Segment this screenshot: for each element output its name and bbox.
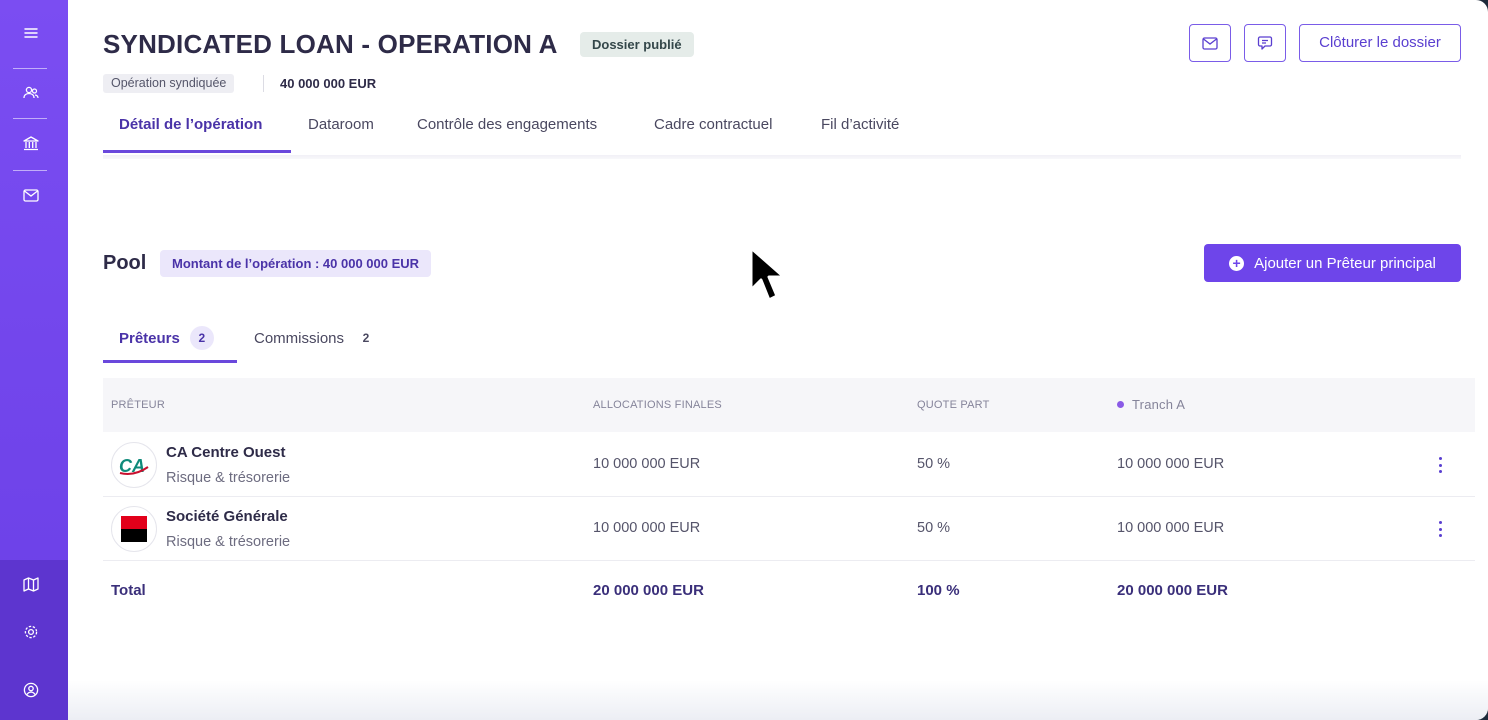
allocation-value: 10 000 000 EUR: [593, 520, 701, 536]
lender-name: Société Générale: [166, 508, 288, 525]
tranche-value: 10 000 000 EUR: [1117, 456, 1225, 472]
map-icon[interactable]: [22, 575, 40, 593]
table-row[interactable]: CA CA Centre Ouest Risque & trésorerie 1…: [103, 433, 1475, 497]
sg-logo-icon: [111, 506, 157, 552]
email-button[interactable]: [1189, 24, 1231, 62]
plus-circle-icon: +: [1229, 255, 1245, 271]
tab-fil-activite[interactable]: Fil d’activité: [821, 108, 899, 152]
lender-department: Risque & trésorerie: [166, 534, 291, 550]
page-title: SYNDICATED LOAN - OPERATION A: [103, 29, 558, 59]
table-row[interactable]: Société Générale Risque & trésorerie 10 …: [103, 497, 1475, 561]
tabs-divider: [103, 155, 1461, 159]
table-header: PRÊTEUR ALLOCATIONS FINALES QUOTE PART T…: [103, 378, 1475, 432]
sidebar: [0, 0, 68, 720]
column-header-allocations: ALLOCATIONS FINALES: [593, 399, 722, 411]
sidebar-divider: [13, 170, 47, 171]
sidebar-divider: [13, 118, 47, 119]
column-header-preteur: PRÊTEUR: [111, 399, 165, 411]
share-value: 50 %: [917, 456, 951, 472]
tab-commissions-label: Commissions: [254, 329, 345, 347]
active-subtab-indicator: [103, 360, 237, 363]
operation-amount: 40 000 000 EUR: [280, 76, 377, 91]
operation-type-tag: Opération syndiquée: [103, 74, 235, 93]
lender-name: CA Centre Ouest: [166, 444, 286, 461]
chat-icon: [1257, 36, 1273, 50]
column-header-tranche: Tranch A: [1117, 397, 1185, 412]
tab-cadre-contractuel[interactable]: Cadre contractuel: [654, 108, 772, 152]
preteurs-count-badge: 2: [189, 326, 214, 350]
mail-icon[interactable]: [22, 186, 40, 204]
commissions-count-badge: 2: [362, 331, 370, 345]
allocation-value: 10 000 000 EUR: [593, 456, 701, 472]
ca-logo-icon: CA: [111, 442, 157, 488]
total-tranche: 20 000 000 EUR: [1117, 582, 1228, 599]
active-tab-indicator: [103, 150, 291, 153]
tab-commissions[interactable]: Commissions 2: [254, 326, 378, 350]
add-lead-lender-button[interactable]: + Ajouter un Prêteur principal: [1204, 244, 1461, 282]
meta-divider: [263, 75, 264, 92]
close-dossier-button[interactable]: Clôturer le dossier: [1299, 24, 1461, 62]
menu-icon[interactable]: [22, 24, 40, 42]
add-lead-lender-label: Ajouter un Prêteur principal: [1254, 254, 1436, 272]
share-value: 50 %: [917, 520, 951, 536]
users-icon[interactable]: [22, 84, 40, 102]
status-badge: Dossier publié: [580, 32, 694, 57]
total-allocation: 20 000 000 EUR: [593, 582, 704, 599]
operation-amount-badge: Montant de l’opération : 40 000 000 EUR: [160, 250, 432, 277]
tranche-dot-icon: [1117, 401, 1124, 409]
lender-department: Risque & trésorerie: [166, 470, 291, 486]
row-menu-icon[interactable]: [1437, 521, 1443, 537]
tranche-label: Tranch A: [1132, 397, 1186, 412]
mail-icon: [1202, 36, 1218, 50]
total-share: 100 %: [917, 582, 960, 599]
column-header-quote-part: QUOTE PART: [917, 399, 990, 411]
sidebar-divider: [13, 68, 47, 69]
bottom-fade: [68, 680, 1488, 720]
profile-icon[interactable]: [22, 681, 40, 699]
tab-dataroom[interactable]: Dataroom: [308, 108, 374, 152]
tab-preteurs[interactable]: Prêteurs 2: [119, 326, 214, 350]
settings-icon[interactable]: [22, 623, 40, 641]
app-window: SYNDICATED LOAN - OPERATION A Dossier pu…: [0, 0, 1488, 720]
tab-detail-operation[interactable]: Détail de l’opération: [119, 108, 262, 152]
total-label: Total: [111, 582, 146, 599]
row-menu-icon[interactable]: [1437, 457, 1443, 473]
pool-title: Pool: [103, 252, 147, 274]
tranche-value: 10 000 000 EUR: [1117, 520, 1225, 536]
tab-preteurs-label: Prêteurs: [119, 329, 180, 347]
bank-icon[interactable]: [22, 134, 40, 152]
chat-button[interactable]: [1244, 24, 1286, 62]
mouse-cursor-icon: [749, 246, 786, 302]
tab-controle-engagements[interactable]: Contrôle des engagements: [417, 108, 597, 152]
